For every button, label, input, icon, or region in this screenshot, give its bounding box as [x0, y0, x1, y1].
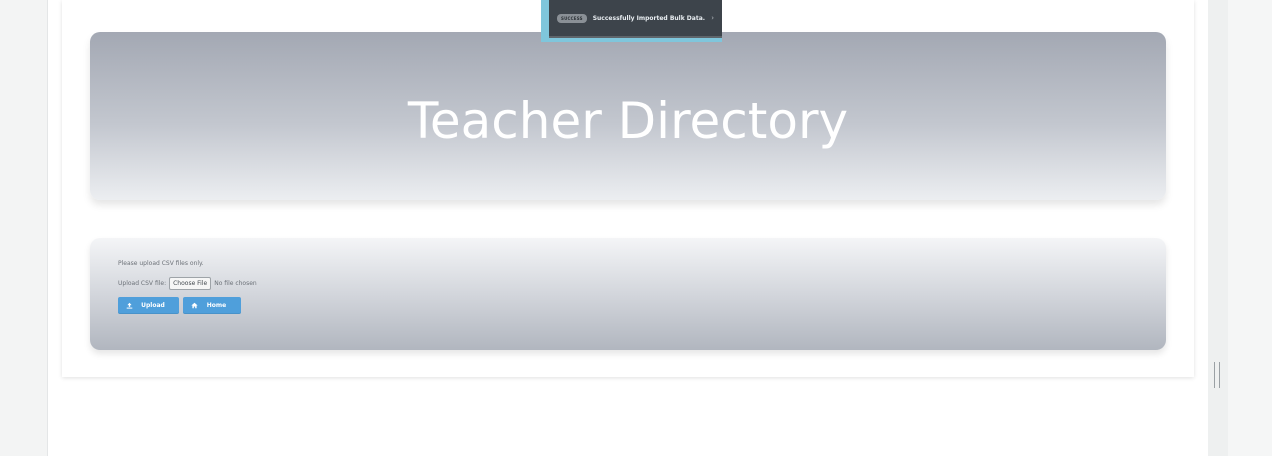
toast-status-badge: SUCCESS [557, 13, 587, 23]
action-buttons: Upload Home [118, 297, 241, 314]
csv-upload-panel: Please upload CSV files only. Upload CSV… [90, 238, 1166, 350]
upload-button-label: Upload [141, 302, 165, 309]
choose-file-button[interactable]: Choose File [169, 277, 212, 290]
success-toast-frame: SUCCESS Successfully Imported Bulk Data.… [541, 0, 722, 42]
success-toast: SUCCESS Successfully Imported Bulk Data.… [549, 0, 722, 38]
upload-button[interactable]: Upload [118, 297, 179, 314]
home-button-label: Home [206, 302, 227, 309]
left-gutter [0, 0, 48, 456]
file-input-row: Upload CSV file: Choose File No file cho… [118, 277, 257, 290]
page-title: Teacher Directory [407, 92, 849, 150]
home-icon [188, 302, 200, 309]
right-gutter-inner [1228, 0, 1272, 456]
chevron-right-icon[interactable]: › [711, 14, 714, 22]
home-button[interactable]: Home [183, 297, 241, 314]
resize-handle[interactable] [1214, 362, 1220, 388]
upload-icon [123, 302, 135, 309]
file-label: Upload CSV file: [118, 280, 167, 287]
directory-banner: Teacher Directory [90, 32, 1166, 200]
toast-message: Successfully Imported Bulk Data. [592, 14, 706, 22]
page-card: Teacher Directory Please upload CSV file… [62, 0, 1194, 377]
upload-hint: Please upload CSV files only. [118, 260, 204, 267]
file-status: No file chosen [214, 280, 257, 287]
main-content: Teacher Directory Please upload CSV file… [48, 0, 1208, 456]
